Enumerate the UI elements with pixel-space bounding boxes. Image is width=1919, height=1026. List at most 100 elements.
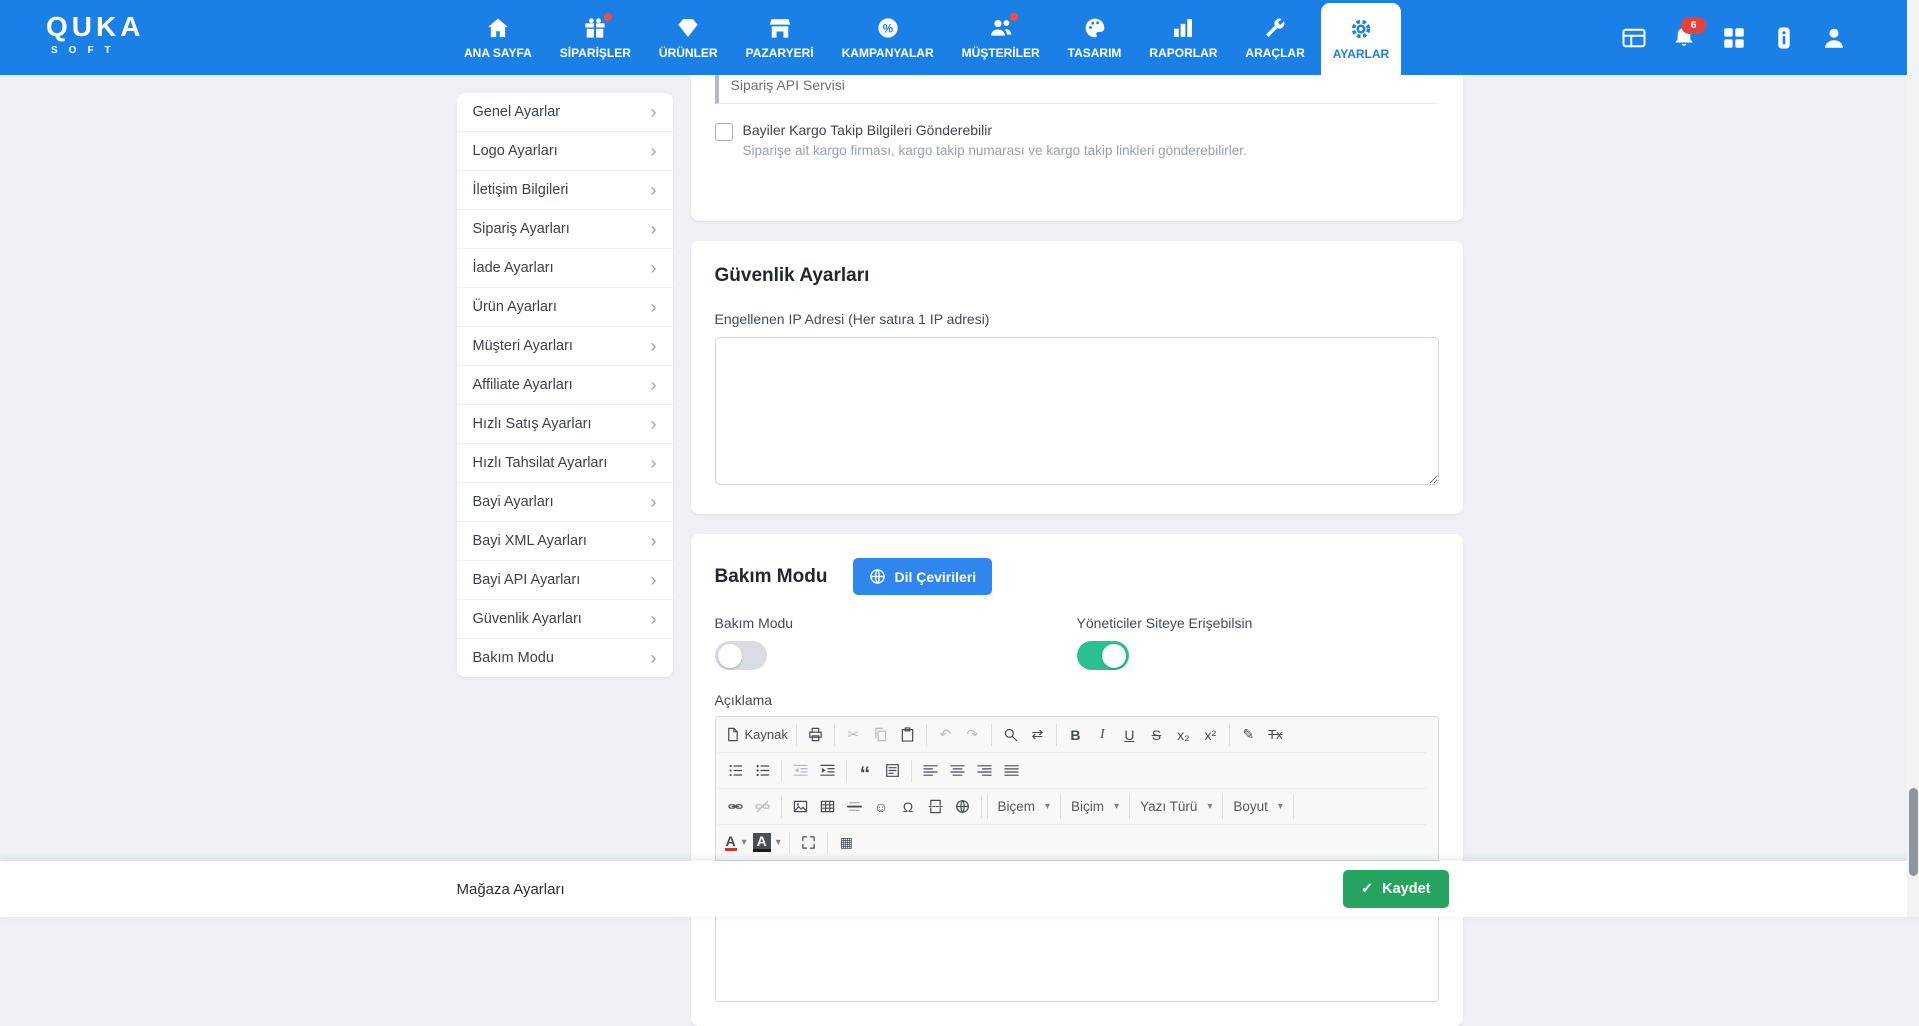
increase-indent-button[interactable] — [814, 757, 841, 784]
special-char-button[interactable]: Ω — [895, 793, 922, 820]
maximize-button[interactable] — [795, 829, 822, 856]
brand-logo[interactable]: QUKA SOFT — [46, 13, 144, 56]
numbered-list-button[interactable] — [722, 757, 749, 784]
horizontal-line-button[interactable] — [841, 793, 868, 820]
table-icon[interactable] — [1621, 25, 1647, 51]
blockquote-button[interactable]: “ — [852, 757, 879, 784]
sidebar-item-guvenlik-ayarlari[interactable]: Güvenlik Ayarları› — [457, 600, 673, 639]
bell-icon[interactable]: 6 — [1671, 25, 1697, 51]
underline-button[interactable]: U — [1116, 721, 1143, 748]
maintenance-toggle-label: Bakım Modu — [715, 615, 1077, 631]
info-icon[interactable] — [1771, 25, 1797, 51]
image-button[interactable] — [787, 793, 814, 820]
caret-down-icon: ▾ — [742, 837, 747, 848]
redo-button[interactable]: ↷ — [959, 721, 986, 748]
sidebar-item-bayi-api-ayarlari[interactable]: Bayi API Ayarları› — [457, 561, 673, 600]
save-button-label: Kaydet — [1382, 881, 1430, 897]
sidebar-item-bayi-ayarlari[interactable]: Bayi Ayarları› — [457, 483, 673, 522]
bg-color-button[interactable]: A ▾ — [750, 829, 784, 856]
nav-item-label: KAMPANYALAR — [842, 46, 934, 60]
checkbox-help-text: Siparişe ait kargo firması, kargo takip … — [743, 143, 1247, 158]
sidebar-item-hizli-satis-ayarlari[interactable]: Hızlı Satış Ayarları› — [457, 405, 673, 444]
sidebar-item-siparis-ayarlari[interactable]: Sipariş Ayarları› — [457, 210, 673, 249]
toolbar-separator — [796, 724, 797, 746]
subscript-button[interactable]: x₂ — [1170, 721, 1197, 748]
apps-grid-icon[interactable] — [1721, 25, 1747, 51]
styles-dropdown[interactable]: Biçem ▾ — [987, 794, 1062, 819]
admin-access-toggle[interactable] — [1077, 641, 1129, 670]
sidebar-item-urun-ayarlari[interactable]: Ürün Ayarları› — [457, 288, 673, 327]
align-justify-button[interactable] — [998, 757, 1025, 784]
iframe-button[interactable] — [949, 793, 976, 820]
size-dropdown[interactable]: Boyut ▾ — [1223, 794, 1294, 819]
find-button[interactable] — [997, 721, 1024, 748]
align-center-button[interactable] — [944, 757, 971, 784]
sidebar-item-hizli-tahsilat-ayarlari[interactable]: Hızlı Tahsilat Ayarları› — [457, 444, 673, 483]
nav-item-tasarim[interactable]: TASARIM — [1056, 0, 1134, 75]
copy-button[interactable] — [867, 721, 894, 748]
sidebar-item-bakim-modu[interactable]: Bakım Modu› — [457, 639, 673, 677]
decrease-indent-button[interactable] — [787, 757, 814, 784]
format-dropdown[interactable]: Biçim ▾ — [1061, 794, 1130, 819]
nav-item-label: MÜŞTERİLER — [962, 46, 1040, 60]
blocked-ip-textarea[interactable] — [715, 337, 1439, 485]
sidebar-item-affiliate-ayarlari[interactable]: Affiliate Ayarları› — [457, 366, 673, 405]
sidebar-item-label: Sipariş Ayarları — [473, 221, 570, 237]
nav-item-araclar[interactable]: ARAÇLAR — [1233, 0, 1316, 75]
text-color-button[interactable]: A ▾ — [722, 829, 750, 856]
copy-formatting-button[interactable]: ✎ — [1235, 721, 1262, 748]
sidebar-item-label: Hızlı Tahsilat Ayarları — [473, 455, 608, 471]
undo-button[interactable]: ↶ — [932, 721, 959, 748]
table-button[interactable] — [814, 793, 841, 820]
cut-button[interactable]: ✂ — [840, 721, 867, 748]
strikethrough-button[interactable]: S — [1143, 721, 1170, 748]
user-icon[interactable] — [1821, 25, 1847, 51]
maintenance-mode-toggle[interactable] — [715, 641, 767, 670]
italic-button[interactable]: I — [1089, 721, 1116, 748]
print-button[interactable] — [802, 721, 829, 748]
paste-button[interactable] — [894, 721, 921, 748]
show-blocks-button[interactable]: ▦ — [833, 829, 860, 856]
toolbar-separator — [834, 724, 835, 746]
nav-item-pazaryeri[interactable]: PAZARYERİ — [734, 0, 826, 75]
nav-item-kampanyalar[interactable]: % KAMPANYALAR — [830, 0, 946, 75]
source-button[interactable]: Kaynak — [722, 721, 791, 748]
bold-button[interactable]: B — [1062, 721, 1089, 748]
nav-item-siparisler[interactable]: SİPARİŞLER — [548, 0, 643, 75]
align-left-button[interactable] — [917, 757, 944, 784]
nav-item-musteriler[interactable]: MÜŞTERİLER — [950, 0, 1052, 75]
chevron-right-icon: › — [651, 571, 657, 589]
scrollbar-thumb[interactable] — [1909, 788, 1918, 876]
language-translations-button[interactable]: Dil Çevirileri — [853, 558, 992, 595]
bg-color-letter: A — [753, 833, 771, 852]
bulleted-list-button[interactable] — [749, 757, 776, 784]
blocked-ip-label: Engellenen IP Adresi (Her satıra 1 IP ad… — [715, 311, 1439, 327]
nav-item-ana-sayfa[interactable]: ANA SAYFA — [452, 0, 544, 75]
sidebar-item-musteri-ayarlari[interactable]: Müşteri Ayarları› — [457, 327, 673, 366]
cargo-tracking-checkbox[interactable] — [715, 123, 733, 141]
nav-item-ayarlar[interactable]: AYARLAR — [1321, 3, 1401, 75]
unlink-button[interactable] — [749, 793, 776, 820]
align-right-button[interactable] — [971, 757, 998, 784]
page-scrollbar[interactable] — [1907, 0, 1919, 917]
toolbar-separator — [846, 760, 847, 782]
sidebar-item-logo-ayarlari[interactable]: Logo Ayarları› — [457, 132, 673, 171]
sidebar-item-iade-ayarlari[interactable]: İade Ayarları› — [457, 249, 673, 288]
superscript-button[interactable]: x² — [1197, 721, 1224, 748]
sidebar-item-bayi-xml-ayarlari[interactable]: Bayi XML Ayarları› — [457, 522, 673, 561]
nav-item-raporlar[interactable]: RAPORLAR — [1137, 0, 1229, 75]
sidebar-item-label: Bayi Ayarları — [473, 494, 554, 510]
font-dropdown[interactable]: Yazı Türü ▾ — [1130, 794, 1223, 819]
page-break-button[interactable] — [922, 793, 949, 820]
remove-format-button[interactable]: Tx — [1262, 721, 1289, 748]
link-button[interactable] — [722, 793, 749, 820]
save-button[interactable]: ✓ Kaydet — [1343, 870, 1449, 908]
nav-item-urunler[interactable]: ÜRÜNLER — [647, 0, 730, 75]
div-container-button[interactable] — [879, 757, 906, 784]
sidebar-item-iletisim-bilgileri[interactable]: İletişim Bilgileri› — [457, 171, 673, 210]
page-title: Mağaza Ayarları — [457, 881, 565, 898]
sidebar-item-genel-ayarlar[interactable]: Genel Ayarlar› — [457, 93, 673, 132]
smiley-button[interactable]: ☺ — [868, 793, 895, 820]
replace-button[interactable]: ⇄ — [1024, 721, 1051, 748]
toggle-knob — [1102, 644, 1126, 668]
